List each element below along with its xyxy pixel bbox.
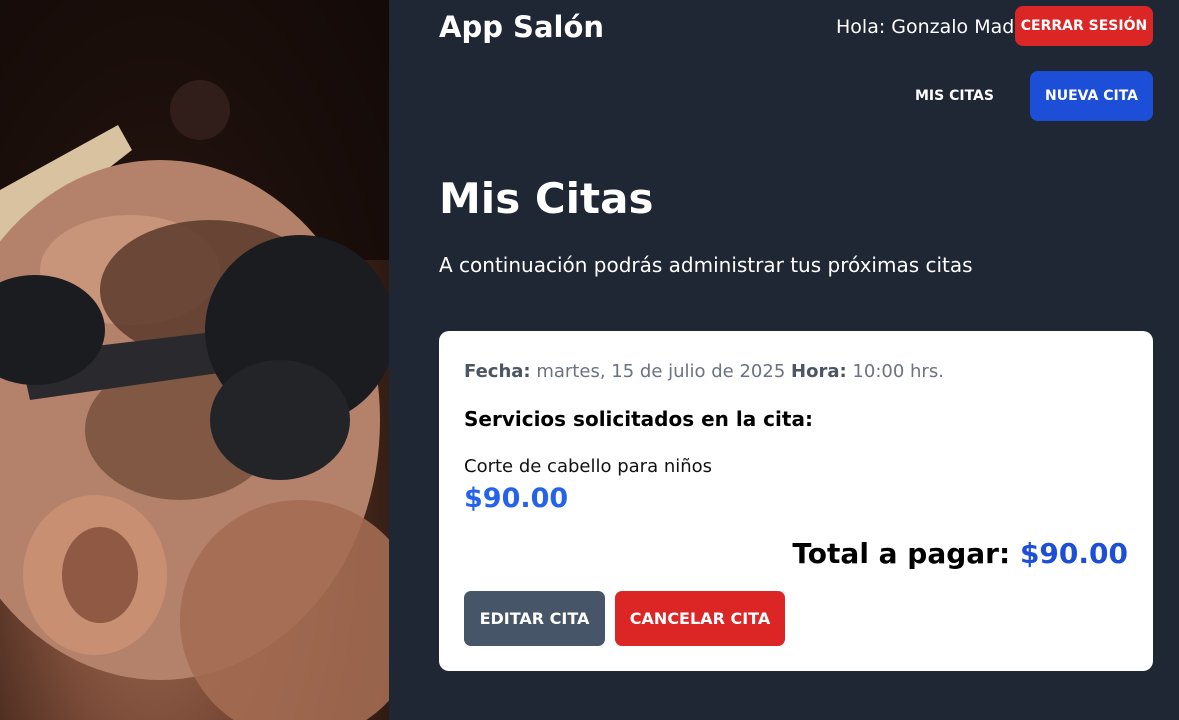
user-greeting: Hola: Gonzalo Mad (836, 16, 1015, 38)
page-title: Mis Citas (439, 174, 654, 223)
logout-button[interactable]: CERRAR SESIÓN (1015, 6, 1153, 46)
app-logo: App Salón (439, 10, 605, 44)
total-label: Total a pagar: (792, 537, 1011, 570)
nav-new-appointment-button[interactable]: NUEVA CITA (1030, 71, 1153, 121)
service-price: $90.00 (464, 483, 569, 514)
page-description: A continuación podrás administrar tus pr… (439, 253, 973, 277)
date-value: martes, 15 de julio de 2025 (536, 361, 786, 382)
appointment-card: Fecha: martes, 15 de julio de 2025 Hora:… (439, 331, 1153, 671)
hero-image-barber (0, 0, 389, 720)
appointment-datetime: Fecha: martes, 15 de julio de 2025 Hora:… (464, 361, 944, 382)
time-label: Hora: (791, 361, 847, 382)
cancel-appointment-button[interactable]: CANCELAR CITA (615, 591, 785, 646)
barber-photo-illustration (0, 0, 389, 720)
time-value: 10:00 hrs. (852, 361, 944, 382)
date-label: Fecha: (464, 361, 531, 382)
nav-my-appointments[interactable]: MIS CITAS (915, 88, 994, 104)
services-title: Servicios solicitados en la cita: (464, 407, 813, 431)
total-value: $90.00 (1019, 537, 1128, 570)
total-to-pay: Total a pagar: $90.00 (792, 537, 1128, 570)
edit-appointment-button[interactable]: EDITAR CITA (464, 591, 605, 646)
main-panel: App Salón Hola: Gonzalo Mad CERRAR SESIÓ… (389, 0, 1179, 720)
service-name: Corte de cabello para niños (464, 456, 713, 477)
